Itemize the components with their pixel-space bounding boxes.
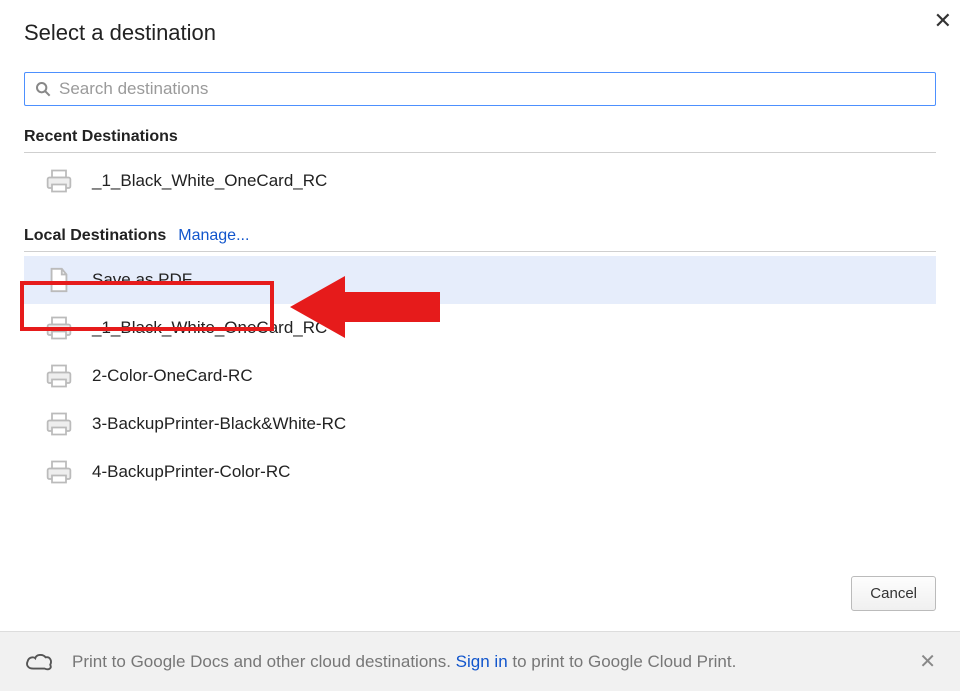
destination-label: _1_Black_White_OneCard_RC bbox=[92, 171, 327, 191]
destination-label: Save as PDF bbox=[92, 270, 192, 290]
local-destinations-heading: Local Destinations Manage... bbox=[24, 227, 936, 245]
manage-link[interactable]: Manage... bbox=[178, 227, 249, 245]
printer-icon bbox=[44, 410, 74, 438]
destination-item[interactable]: 4-BackupPrinter-Color-RC bbox=[24, 448, 936, 496]
cloud-print-promo: Print to Google Docs and other cloud des… bbox=[0, 631, 960, 691]
recent-heading-text: Recent Destinations bbox=[24, 128, 178, 146]
promo-close-button[interactable]: ✕ bbox=[919, 649, 936, 674]
divider bbox=[24, 152, 936, 153]
promo-text-after: to print to Google Cloud Print. bbox=[508, 652, 737, 671]
destination-item[interactable]: 2-Color-OneCard-RC bbox=[24, 352, 936, 400]
local-destinations-list: Save as PDF _1_Black_White_OneCard_RC bbox=[24, 256, 936, 496]
search-field-wrap[interactable] bbox=[24, 72, 936, 106]
document-icon bbox=[44, 266, 74, 294]
printer-icon bbox=[44, 362, 74, 390]
promo-text-before: Print to Google Docs and other cloud des… bbox=[72, 652, 456, 671]
close-button[interactable]: ✕ bbox=[934, 10, 952, 32]
search-input[interactable] bbox=[59, 79, 925, 99]
destination-label: 4-BackupPrinter-Color-RC bbox=[92, 462, 290, 482]
destination-label: _1_Black_White_OneCard_RC bbox=[92, 318, 327, 338]
cloud-promo-text: Print to Google Docs and other cloud des… bbox=[72, 652, 909, 672]
destination-item[interactable]: _1_Black_White_OneCard_RC bbox=[24, 304, 936, 352]
destination-item[interactable]: _1_Black_White_OneCard_RC bbox=[24, 157, 936, 205]
recent-destinations-heading: Recent Destinations bbox=[24, 128, 936, 146]
local-heading-text: Local Destinations bbox=[24, 227, 166, 245]
dialog-title: Select a destination bbox=[24, 20, 936, 46]
destination-label: 3-BackupPrinter-Black&White-RC bbox=[92, 414, 346, 434]
destination-dialog: Select a destination Recent Destinations… bbox=[0, 0, 960, 496]
cancel-button[interactable]: Cancel bbox=[851, 576, 936, 611]
destination-save-as-pdf[interactable]: Save as PDF bbox=[24, 256, 936, 304]
cloud-icon bbox=[24, 651, 54, 673]
destination-label: 2-Color-OneCard-RC bbox=[92, 366, 253, 386]
divider bbox=[24, 251, 936, 252]
recent-destinations-list: _1_Black_White_OneCard_RC bbox=[24, 157, 936, 205]
printer-icon bbox=[44, 314, 74, 342]
printer-icon bbox=[44, 458, 74, 486]
sign-in-link[interactable]: Sign in bbox=[456, 652, 508, 671]
destination-item[interactable]: 3-BackupPrinter-Black&White-RC bbox=[24, 400, 936, 448]
search-icon bbox=[35, 81, 51, 97]
printer-icon bbox=[44, 167, 74, 195]
